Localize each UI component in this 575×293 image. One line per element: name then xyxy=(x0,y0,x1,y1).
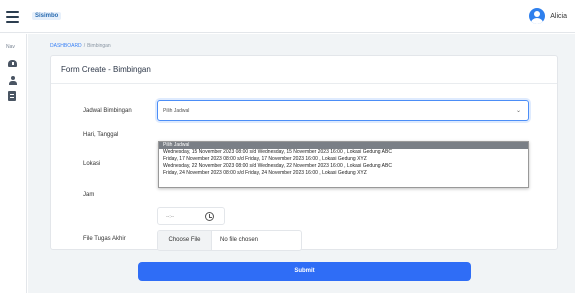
brand-logo[interactable]: Sisimbo xyxy=(32,12,62,20)
user-icon[interactable] xyxy=(8,76,17,85)
top-navbar: Sisimbo Alicia xyxy=(0,0,575,33)
form-card: Form Create - Bimbingan Jadwal Bimbingan… xyxy=(50,55,558,251)
card-header: Form Create - Bimbingan xyxy=(51,56,557,84)
user-avatar-icon xyxy=(529,8,546,24)
dropdown-option[interactable]: Pilih Jadwal xyxy=(159,142,528,149)
lokasi-label: Lokasi xyxy=(83,161,101,167)
jadwal-select-value: Pilih Jadwal xyxy=(163,108,190,114)
jadwal-select[interactable]: Pilih Jadwal ⌄ xyxy=(157,100,529,121)
dropdown-option[interactable]: Friday, 24 November 2023 08:00 s/d Frida… xyxy=(159,170,528,177)
file-status: No file chosen xyxy=(220,237,259,243)
jam-time-value: --:-- xyxy=(166,214,175,220)
submit-button[interactable]: Submit xyxy=(138,262,471,281)
breadcrumb-dashboard-link[interactable]: DASHBOARD xyxy=(50,43,82,49)
chevron-down-icon: ⌄ xyxy=(515,108,521,114)
jam-label: Jam xyxy=(83,192,95,198)
jadwal-label: Jadwal Bimbingan xyxy=(83,108,132,114)
jam-time-input[interactable]: --:-- xyxy=(157,207,225,225)
breadcrumb: DASHBOARD / Bimbingan xyxy=(50,43,111,49)
dropdown-option[interactable]: Friday, 17 November 2023 08:00 s/d Frida… xyxy=(159,156,528,163)
breadcrumb-current: Bimbingan xyxy=(87,43,111,49)
page-title: Form Create - Bimbingan xyxy=(61,65,151,74)
menu-icon[interactable] xyxy=(6,11,19,23)
file-tugas-akhir-label: File Tugas Akhir xyxy=(83,236,126,242)
breadcrumb-separator: / xyxy=(83,43,86,49)
sidebar: Nav xyxy=(0,34,27,293)
sidebar-nav-label: Nav xyxy=(6,44,15,50)
choose-file-button[interactable]: Choose File xyxy=(158,231,212,250)
user-menu[interactable]: Alicia xyxy=(529,8,567,24)
file-input[interactable]: Choose File No file chosen xyxy=(157,230,302,251)
document-icon[interactable] xyxy=(8,91,16,101)
clock-icon[interactable] xyxy=(205,212,214,221)
dropdown-option[interactable]: Wednesday, 15 November 2023 08:00 s/d We… xyxy=(159,149,528,156)
dashboard-icon[interactable] xyxy=(8,59,17,68)
main-content: DASHBOARD / Bimbingan Form Create - Bimbin… xyxy=(28,34,575,293)
hari-tanggal-label: Hari, Tanggal xyxy=(83,132,119,138)
jadwal-dropdown-list: Pilih Jadwal Wednesday, 15 November 2023… xyxy=(158,141,529,188)
user-name: Alicia xyxy=(550,12,567,20)
dropdown-option[interactable]: Wednesday, 22 November 2023 08:00 s/d We… xyxy=(159,163,528,170)
